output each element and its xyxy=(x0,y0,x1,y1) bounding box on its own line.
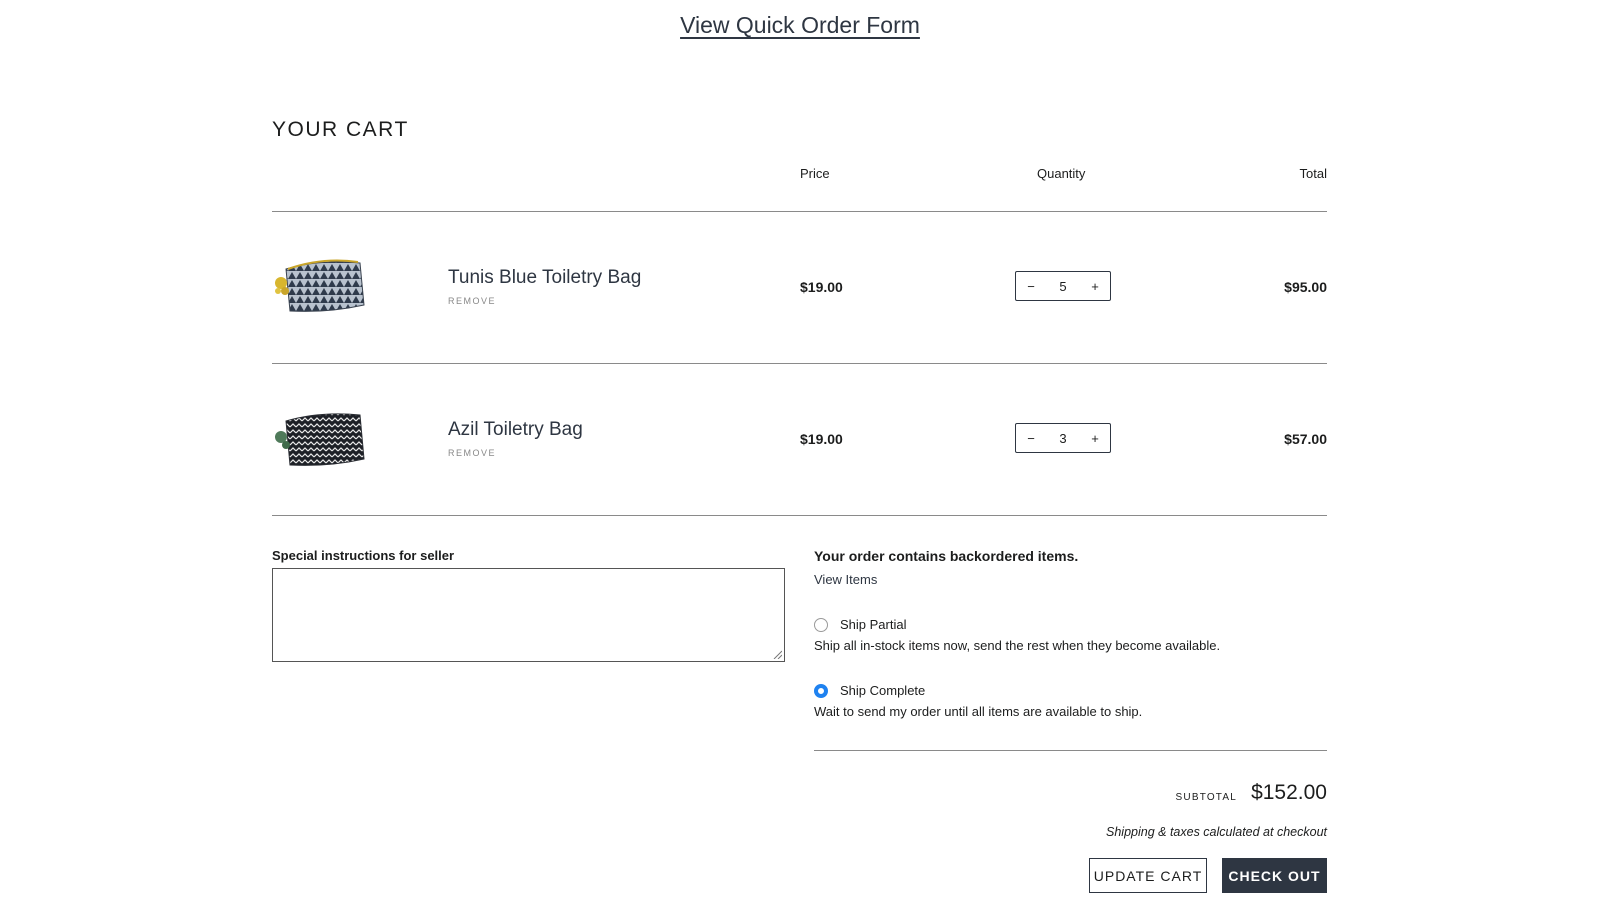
column-header-quantity: Quantity xyxy=(1037,166,1086,181)
ship-partial-radio[interactable] xyxy=(814,618,828,632)
quantity-input[interactable]: 5 xyxy=(1048,279,1078,294)
quantity-input[interactable]: 3 xyxy=(1048,431,1078,446)
view-items-link[interactable]: View Items xyxy=(814,572,877,587)
quantity-stepper: − 5 + xyxy=(1015,271,1111,301)
update-cart-button[interactable]: UPDATE CART xyxy=(1089,858,1207,893)
checkout-button[interactable]: CHECK OUT xyxy=(1222,858,1327,893)
shipping-note: Shipping & taxes calculated at checkout xyxy=(1106,825,1327,839)
column-header-price: Price xyxy=(800,166,830,181)
ship-complete-radio[interactable] xyxy=(814,684,828,698)
item-total: $57.00 xyxy=(1284,431,1327,447)
special-instructions-textarea[interactable] xyxy=(272,568,785,662)
backorder-notice-title: Your order contains backordered items. xyxy=(814,548,1079,564)
subtotal-value: $152.00 xyxy=(1251,781,1327,804)
quick-order-form-link[interactable]: View Quick Order Form xyxy=(0,12,1600,39)
decrease-quantity-button[interactable]: − xyxy=(1016,279,1046,294)
quantity-stepper: − 3 + xyxy=(1015,423,1111,453)
divider xyxy=(814,750,1327,751)
ship-partial-description: Ship all in-stock items now, send the re… xyxy=(814,638,1221,653)
cart-page: View Quick Order Form YOUR CART Price Qu… xyxy=(0,0,1600,900)
divider xyxy=(272,515,1327,516)
ship-partial-label[interactable]: Ship Partial xyxy=(840,617,906,632)
ship-complete-label[interactable]: Ship Complete xyxy=(840,683,925,698)
product-image-tunis-blue[interactable] xyxy=(272,247,368,325)
remove-item-link[interactable]: REMOVE xyxy=(448,296,496,306)
decrease-quantity-button[interactable]: − xyxy=(1016,431,1046,446)
ship-complete-description: Wait to send my order until all items ar… xyxy=(814,704,1143,719)
remove-item-link[interactable]: REMOVE xyxy=(448,448,496,458)
page-title: YOUR CART xyxy=(272,118,409,141)
item-name-link[interactable]: Tunis Blue Toiletry Bag xyxy=(448,267,641,289)
item-name-link[interactable]: Azil Toiletry Bag xyxy=(448,419,583,441)
product-image-azil[interactable] xyxy=(272,399,368,477)
subtotal-label: SUBTOTAL xyxy=(1175,792,1237,803)
column-header-total: Total xyxy=(1299,166,1327,181)
item-price: $19.00 xyxy=(800,279,843,295)
item-price: $19.00 xyxy=(800,431,843,447)
cart-item-row: Tunis Blue Toiletry Bag REMOVE $19.00 − … xyxy=(272,212,1327,363)
special-instructions-label: Special instructions for seller xyxy=(272,548,455,563)
increase-quantity-button[interactable]: + xyxy=(1080,279,1110,294)
cart-item-row: Azil Toiletry Bag REMOVE $19.00 − 3 + $5… xyxy=(272,364,1327,515)
item-total: $95.00 xyxy=(1284,279,1327,295)
increase-quantity-button[interactable]: + xyxy=(1080,431,1110,446)
resize-handle-icon[interactable] xyxy=(772,649,782,659)
